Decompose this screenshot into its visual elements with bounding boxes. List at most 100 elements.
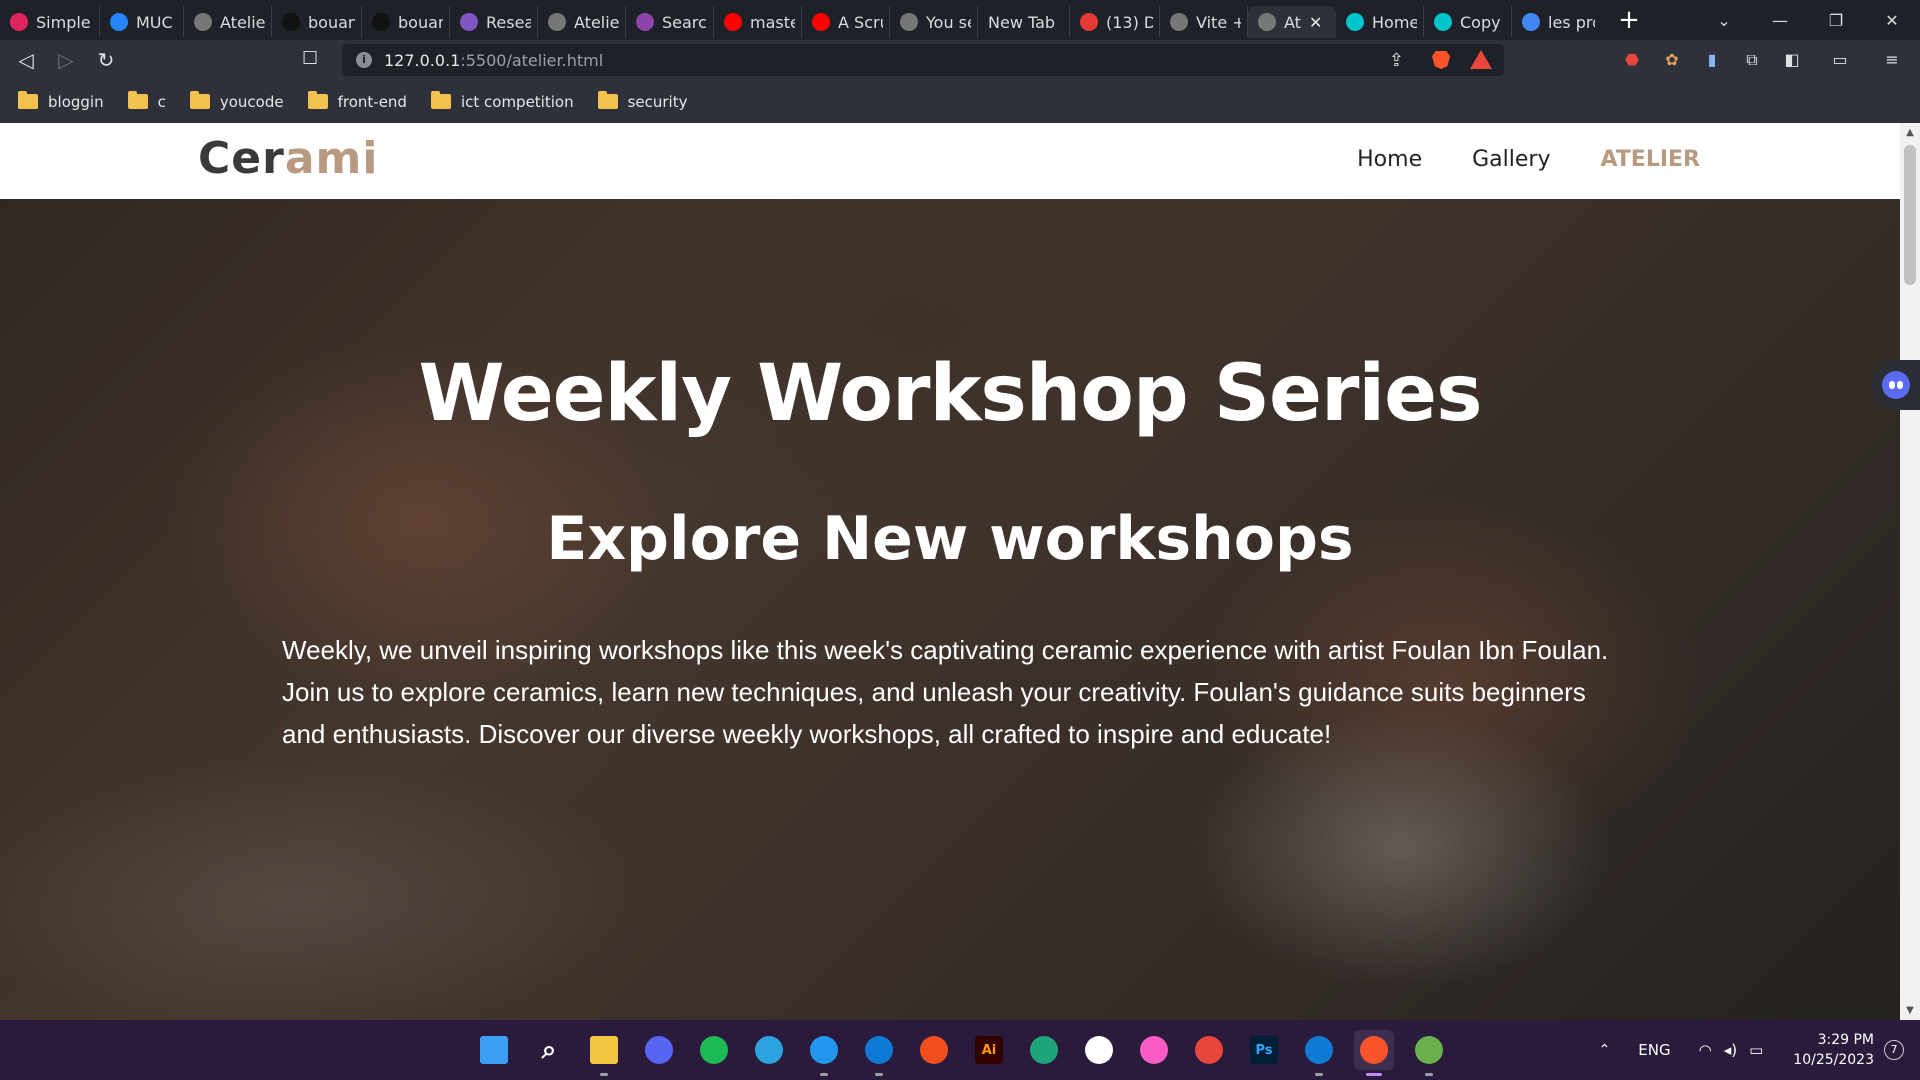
- running-indicator: [1425, 1073, 1433, 1076]
- back-button[interactable]: ◁: [6, 48, 46, 72]
- bookmark-label: youcode: [219, 92, 284, 111]
- bookmark-folder[interactable]: front-end: [307, 91, 407, 111]
- browser-tab[interactable]: MUC L: [100, 6, 184, 38]
- bookmark-folder[interactable]: c: [127, 91, 166, 111]
- youtube-icon: [812, 13, 830, 31]
- browser-tab[interactable]: Home: [1336, 6, 1424, 38]
- site-info-icon[interactable]: i: [356, 52, 372, 68]
- url-path: :5500/atelier.html: [460, 50, 604, 70]
- nav-link-gallery[interactable]: Gallery: [1472, 147, 1550, 172]
- tab-list: Simple MUC L Atelier bouan bouan Resear Atelie…: [0, 0, 1600, 40]
- photoshop-taskbar-icon[interactable]: Ps: [1244, 1030, 1284, 1070]
- telegram-taskbar-icon[interactable]: [749, 1030, 789, 1070]
- battery-icon[interactable]: ▭: [1749, 1041, 1763, 1059]
- page-scrollbar[interactable]: ▲ ▼: [1900, 123, 1920, 1020]
- tray-overflow-chevron-icon[interactable]: ⌃: [1599, 1042, 1611, 1058]
- assistant-bot-icon[interactable]: [1872, 360, 1920, 410]
- ublock-icon[interactable]: ⬣: [1620, 48, 1644, 72]
- browser-tab[interactable]: maste: [714, 6, 802, 38]
- clock[interactable]: 3:29 PM 10/25/2023: [1793, 1030, 1874, 1070]
- bookmark-icon[interactable]: ☐: [302, 48, 318, 69]
- scroll-up-arrow-icon[interactable]: ▲: [1900, 127, 1920, 138]
- wifi-icon[interactable]: ◠: [1699, 1041, 1712, 1059]
- wallet-icon[interactable]: ▭: [1828, 48, 1852, 72]
- browser-tab[interactable]: You se: [890, 6, 978, 38]
- browser-tab[interactable]: A Scru: [802, 6, 890, 38]
- vscode-taskbar-icon[interactable]: [859, 1030, 899, 1076]
- brave-shields-icon[interactable]: [1432, 51, 1450, 69]
- browser-tab[interactable]: Resear: [450, 6, 538, 38]
- tab-search-chevron-icon[interactable]: ⌄: [1696, 11, 1752, 30]
- extensions-puzzle-icon[interactable]: ⧉: [1740, 48, 1764, 72]
- illustrator-taskbar-icon[interactable]: Ai: [969, 1030, 1009, 1070]
- utorrent-taskbar-icon[interactable]: [1409, 1030, 1449, 1076]
- hero-description: Weekly, we unveil inspiring workshops li…: [282, 635, 1609, 749]
- running-indicator: [1366, 1073, 1382, 1076]
- app-green-taskbar-icon[interactable]: [1024, 1030, 1064, 1070]
- address-bar[interactable]: i 127.0.0.1 :5500/atelier.html ⇪: [342, 44, 1504, 76]
- docker-taskbar-icon[interactable]: [804, 1030, 844, 1076]
- edge-taskbar-icon[interactable]: [1299, 1030, 1339, 1076]
- browser-tab[interactable]: New Tab: [978, 6, 1070, 38]
- brave-rewards-icon[interactable]: [1470, 50, 1492, 69]
- volume-icon[interactable]: ◂): [1724, 1041, 1737, 1059]
- globe-icon: [900, 13, 918, 31]
- scroll-down-arrow-icon[interactable]: ▼: [1900, 1005, 1920, 1016]
- cookie-icon[interactable]: ✿: [1660, 48, 1684, 72]
- discord-taskbar-icon[interactable]: [639, 1030, 679, 1070]
- bookmark-folder[interactable]: ict competition: [430, 91, 574, 111]
- nav-link-atelier[interactable]: ATELIER: [1600, 147, 1700, 172]
- bookmark-label: security: [627, 92, 688, 111]
- folder-icon: [18, 91, 38, 109]
- bookmark-folder[interactable]: security: [597, 91, 688, 111]
- spotify-taskbar-icon[interactable]: [694, 1030, 734, 1070]
- browser-tab[interactable]: At ✕: [1248, 6, 1336, 38]
- reload-button[interactable]: ↻: [86, 48, 126, 72]
- bookmark-folder[interactable]: bloggin: [18, 91, 104, 111]
- browser-tab[interactable]: Copy: [1424, 6, 1512, 38]
- new-tab-button[interactable]: +: [1614, 5, 1644, 35]
- itunes-taskbar-icon[interactable]: [1134, 1030, 1174, 1070]
- extension-doc-icon[interactable]: ▮: [1700, 48, 1724, 72]
- mongodb-taskbar-icon[interactable]: [1079, 1030, 1119, 1070]
- tab-label: Copy: [1460, 12, 1501, 32]
- tab-label: (13) D: [1106, 12, 1153, 32]
- restore-button[interactable]: ❐: [1808, 11, 1864, 30]
- minimize-button[interactable]: —: [1752, 11, 1808, 30]
- brave-taskbar-icon[interactable]: [1354, 1030, 1394, 1076]
- nav-link-home[interactable]: Home: [1357, 147, 1422, 172]
- browser-tab[interactable]: bouan: [362, 6, 450, 38]
- browser-tab[interactable]: Vite +: [1160, 6, 1248, 38]
- canva-icon: [1346, 13, 1364, 31]
- browser-tab[interactable]: Search: [626, 6, 714, 38]
- site-logo[interactable]: Cerami: [198, 133, 378, 184]
- browser-tab[interactable]: Atelier: [538, 6, 626, 38]
- menu-icon[interactable]: ≡: [1880, 48, 1904, 72]
- windows-start-taskbar-icon[interactable]: [474, 1030, 514, 1070]
- notification-badge[interactable]: 7: [1884, 1040, 1904, 1060]
- page-viewport: Cerami Home Gallery ATELIER Weekly Worksho…: [0, 123, 1900, 1020]
- close-window-button[interactable]: ✕: [1864, 11, 1920, 30]
- browser-tab[interactable]: Simple: [0, 6, 100, 38]
- search-app-icon: [636, 13, 654, 31]
- chrome-taskbar-icon[interactable]: [1189, 1030, 1229, 1070]
- browser-tab[interactable]: Atelier: [184, 6, 272, 38]
- bookmark-folder[interactable]: youcode: [189, 91, 284, 111]
- figma-taskbar-icon[interactable]: [914, 1030, 954, 1070]
- browser-tab[interactable]: les pro: [1512, 6, 1600, 38]
- browser-tab[interactable]: bouan: [272, 6, 362, 38]
- forward-button[interactable]: ▷: [46, 48, 86, 72]
- logo-text-dark: Cer: [198, 133, 285, 184]
- sidebar-icon[interactable]: ◧: [1780, 48, 1804, 72]
- language-indicator[interactable]: ENG: [1638, 1041, 1670, 1059]
- file-explorer-taskbar-icon[interactable]: [584, 1030, 624, 1076]
- tab-label: Resear: [486, 12, 531, 32]
- close-tab-icon[interactable]: ✕: [1309, 13, 1322, 32]
- scrollbar-thumb[interactable]: [1904, 145, 1916, 285]
- opera-icon: [10, 13, 28, 31]
- browser-tab[interactable]: (13) D: [1070, 6, 1160, 38]
- notification-icon: [1080, 13, 1098, 31]
- share-icon[interactable]: ⇪: [1389, 50, 1404, 71]
- search-taskbar-icon[interactable]: ⌕: [529, 1030, 569, 1070]
- tab-label: Home: [1372, 12, 1417, 32]
